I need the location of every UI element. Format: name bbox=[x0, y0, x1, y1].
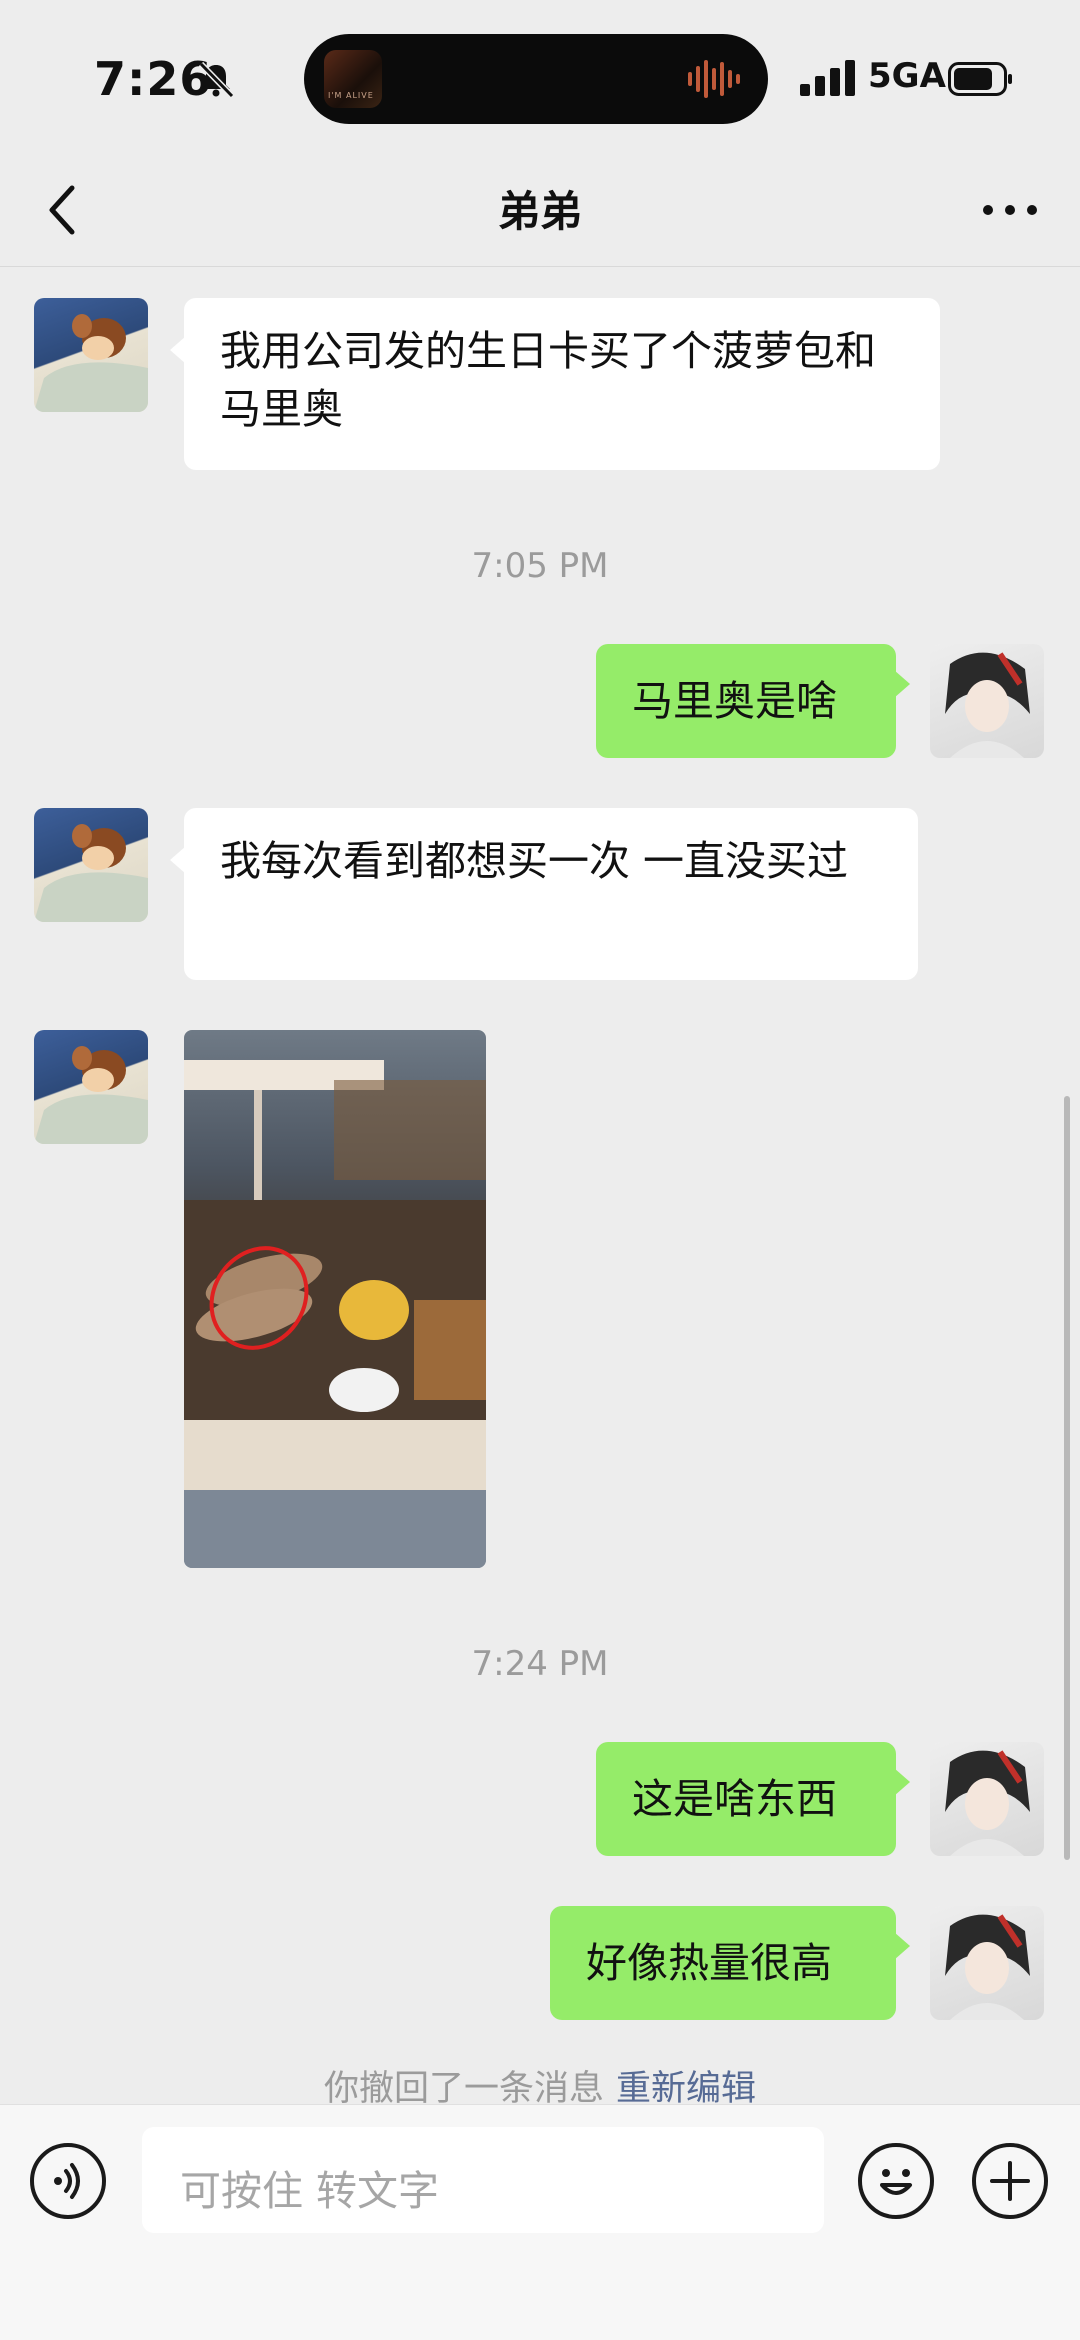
voice-icon bbox=[54, 2163, 80, 2199]
message-text: 好像热量很高 bbox=[586, 1939, 832, 1987]
friend-avatar[interactable] bbox=[34, 298, 148, 412]
album-art: I'M ALIVE bbox=[324, 50, 382, 108]
cartoon-mouse-icon bbox=[34, 314, 148, 412]
timestamp: 7:24 PM bbox=[471, 1644, 609, 1684]
bakery-photo bbox=[184, 1060, 486, 1568]
anime-avatar-icon bbox=[945, 1750, 1030, 1856]
status-time: 7:26 bbox=[94, 52, 213, 106]
cartoon-mouse-icon bbox=[34, 824, 148, 922]
message-bubble[interactable]: 我每次看到都想买一次 一直没买过 bbox=[170, 808, 918, 980]
network-type: 5GA bbox=[868, 56, 946, 96]
my-avatar[interactable] bbox=[930, 1906, 1044, 2020]
dynamic-island[interactable]: I'M ALIVE bbox=[304, 34, 768, 124]
friend-avatar[interactable] bbox=[34, 808, 148, 922]
cartoon-mouse-icon bbox=[34, 1046, 148, 1144]
chat-title: 弟弟 bbox=[497, 187, 582, 236]
re-edit-link[interactable]: 重新编辑 bbox=[616, 2069, 756, 2109]
anime-avatar-icon bbox=[945, 1914, 1030, 2020]
recall-text: 你撤回了一条消息 bbox=[323, 2069, 604, 2109]
emoji-icon bbox=[880, 2169, 912, 2195]
message-text: 我用公司发的生日卡买了个菠萝包和马里奥 bbox=[220, 327, 876, 433]
emoji-button[interactable] bbox=[858, 2143, 934, 2219]
input-placeholder: 可按住 转文字 bbox=[180, 2167, 440, 2215]
more-icon[interactable] bbox=[980, 190, 1040, 230]
anime-avatar-icon bbox=[945, 652, 1030, 758]
signal-icon bbox=[800, 60, 855, 96]
voice-button[interactable] bbox=[30, 2143, 106, 2219]
audio-wave-icon bbox=[688, 60, 740, 98]
scrollbar[interactable] bbox=[1064, 1096, 1070, 1860]
plus-icon bbox=[990, 2161, 1030, 2201]
message-bubble[interactable]: 这是啥东西 bbox=[596, 1742, 910, 1856]
message-bubble[interactable]: 好像热量很高 bbox=[550, 1906, 910, 2020]
friend-avatar[interactable] bbox=[34, 1030, 148, 1144]
my-avatar[interactable] bbox=[930, 1742, 1044, 1856]
status-bar: 7:26 I'M ALIVE 5GA bbox=[0, 0, 1080, 160]
plus-button[interactable] bbox=[972, 2143, 1048, 2219]
message-text: 这是啥东西 bbox=[632, 1775, 837, 1823]
chat-header: 弟弟 bbox=[0, 160, 1080, 267]
message-input[interactable]: 可按住 转文字 bbox=[142, 2127, 824, 2233]
my-avatar[interactable] bbox=[930, 644, 1044, 758]
message-text: 我每次看到都想买一次 一直没买过 bbox=[220, 837, 849, 885]
message-bubble[interactable]: 我用公司发的生日卡买了个菠萝包和马里奥 bbox=[170, 298, 940, 470]
timestamp: 7:05 PM bbox=[471, 546, 609, 586]
image-message[interactable] bbox=[184, 1030, 486, 1568]
battery-icon bbox=[948, 62, 1012, 96]
message-text: 马里奥是啥 bbox=[632, 677, 837, 725]
bell-slash-icon bbox=[198, 61, 235, 99]
message-bubble[interactable]: 马里奥是啥 bbox=[596, 644, 910, 758]
input-bar: 可按住 转文字 bbox=[0, 2104, 1080, 2340]
